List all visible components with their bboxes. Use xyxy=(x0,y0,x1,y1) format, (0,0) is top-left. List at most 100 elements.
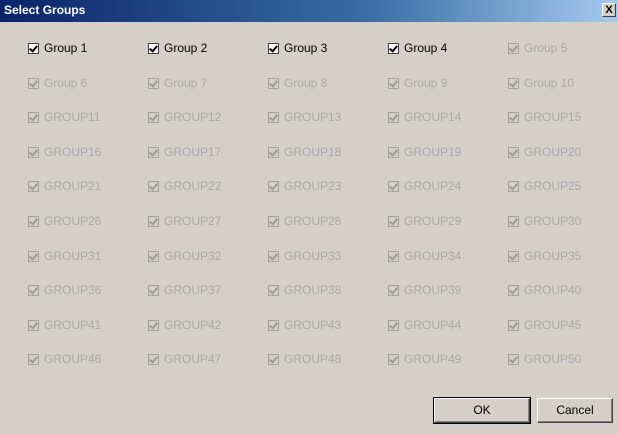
checkbox xyxy=(388,319,399,331)
group-label: GROUP19 xyxy=(404,144,462,159)
checkbox xyxy=(148,146,159,158)
group-checkbox-item: GROUP20 xyxy=(508,145,618,165)
group-label: Group 5 xyxy=(524,41,568,55)
checkbox xyxy=(388,112,399,124)
group-label: GROUP41 xyxy=(44,317,102,332)
checkbox xyxy=(28,250,39,262)
group-checkbox-item: GROUP23 xyxy=(268,179,388,199)
group-label: Group 10 xyxy=(524,75,575,90)
group-label: GROUP31 xyxy=(44,248,102,263)
close-button[interactable]: X xyxy=(602,3,616,17)
checkbox xyxy=(268,77,279,89)
checkbox[interactable] xyxy=(268,43,279,54)
checkbox xyxy=(148,181,159,193)
group-label: GROUP15 xyxy=(524,110,582,125)
group-label: Group 7 xyxy=(164,75,208,90)
checkbox xyxy=(388,250,399,262)
group-checkbox-item: GROUP33 xyxy=(268,249,388,269)
group-label: GROUP27 xyxy=(164,213,222,228)
group-checkbox-item: GROUP40 xyxy=(508,283,618,303)
group-checkbox-item: Group 7 xyxy=(148,76,268,96)
checkbox xyxy=(268,146,279,158)
group-label: GROUP46 xyxy=(44,352,102,367)
cancel-button[interactable]: Cancel xyxy=(537,398,613,423)
checkbox xyxy=(148,215,159,227)
group-label: GROUP43 xyxy=(284,317,342,332)
group-checkbox-item[interactable]: Group 4 xyxy=(388,41,508,61)
checkbox xyxy=(508,181,519,193)
group-checkbox-item: Group 8 xyxy=(268,76,388,96)
group-checkbox-item: GROUP22 xyxy=(148,179,268,199)
group-checkbox-item: GROUP34 xyxy=(388,249,508,269)
checkbox xyxy=(28,112,39,124)
group-checkbox-item: Group 9 xyxy=(388,76,508,96)
group-label: GROUP47 xyxy=(164,352,222,367)
checkbox xyxy=(508,77,519,89)
group-checkbox-item: Group 5 xyxy=(508,41,618,61)
select-groups-dialog: Select Groups X Group 1 Group 2 Group 3 Gro… xyxy=(0,0,618,434)
group-checkbox-item: GROUP44 xyxy=(388,318,508,338)
group-checkbox-item: GROUP39 xyxy=(388,283,508,303)
group-label: GROUP23 xyxy=(284,179,342,194)
window-title: Select Groups xyxy=(4,3,86,17)
group-label: GROUP29 xyxy=(404,213,462,228)
group-label: GROUP34 xyxy=(404,248,462,263)
group-checkbox-item[interactable]: Group 1 xyxy=(28,41,148,61)
group-checkbox-item: GROUP38 xyxy=(268,283,388,303)
group-label: GROUP24 xyxy=(404,179,462,194)
close-icon: X xyxy=(605,4,613,16)
group-label: GROUP49 xyxy=(404,352,462,367)
group-label: GROUP20 xyxy=(524,144,582,159)
group-label: Group 9 xyxy=(404,75,448,90)
group-checkbox-item: Group 10 xyxy=(508,76,618,96)
checkbox[interactable] xyxy=(28,43,39,54)
checkbox xyxy=(148,112,159,124)
group-checkbox-item: GROUP28 xyxy=(268,214,388,234)
group-checkbox-item: GROUP37 xyxy=(148,283,268,303)
group-checkbox-item: GROUP41 xyxy=(28,318,148,338)
group-label: Group 4 xyxy=(404,41,448,55)
group-checkbox-item[interactable]: Group 2 xyxy=(148,41,268,61)
group-label: Group 6 xyxy=(44,75,88,90)
checkbox[interactable] xyxy=(388,43,399,54)
checkbox xyxy=(148,250,159,262)
checkbox xyxy=(28,215,39,227)
checkbox xyxy=(508,354,519,366)
checkbox xyxy=(148,77,159,89)
checkbox xyxy=(388,146,399,158)
checkbox xyxy=(28,181,39,193)
checkbox xyxy=(508,43,519,54)
group-checkbox-item: GROUP24 xyxy=(388,179,508,199)
group-checkbox-item: GROUP49 xyxy=(388,352,508,372)
group-checkbox-item[interactable]: Group 3 xyxy=(268,41,388,61)
checkbox xyxy=(388,77,399,89)
checkbox xyxy=(28,146,39,158)
title-bar[interactable]: Select Groups X xyxy=(0,0,618,22)
group-checkbox-item: GROUP36 xyxy=(28,283,148,303)
checkbox xyxy=(268,319,279,331)
group-checkbox-item: GROUP30 xyxy=(508,214,618,234)
group-label: Group 3 xyxy=(284,41,328,55)
checkbox xyxy=(388,285,399,297)
group-label: GROUP42 xyxy=(164,317,222,332)
group-label: GROUP26 xyxy=(44,213,102,228)
group-label: GROUP21 xyxy=(44,179,102,194)
group-checkbox-item: GROUP14 xyxy=(388,110,508,130)
group-label: GROUP38 xyxy=(284,283,342,298)
checkbox xyxy=(148,319,159,331)
group-checkbox-item: GROUP46 xyxy=(28,352,148,372)
group-label: GROUP12 xyxy=(164,110,222,125)
group-label: GROUP44 xyxy=(404,317,462,332)
group-label: GROUP35 xyxy=(524,248,582,263)
group-checkbox-item: GROUP47 xyxy=(148,352,268,372)
checkbox xyxy=(508,250,519,262)
group-checkbox-item: GROUP27 xyxy=(148,214,268,234)
group-checkbox-item: GROUP35 xyxy=(508,249,618,269)
group-label: Group 1 xyxy=(44,41,88,55)
checkbox xyxy=(28,354,39,366)
ok-button[interactable]: OK xyxy=(433,397,531,424)
checkbox[interactable] xyxy=(148,43,159,54)
checkbox xyxy=(28,77,39,89)
group-checkbox-item: GROUP21 xyxy=(28,179,148,199)
checkbox xyxy=(508,112,519,124)
